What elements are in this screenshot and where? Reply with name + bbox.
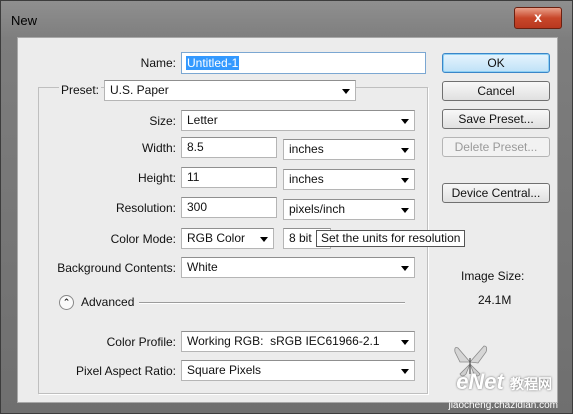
- width-label: Width:: [141, 141, 176, 155]
- pixel-aspect-ratio-select[interactable]: Square Pixels: [181, 360, 415, 381]
- resolution-label: Resolution:: [115, 201, 176, 215]
- watermark-cn: 教程网: [510, 376, 552, 392]
- color-mode-value: RGB Color: [187, 231, 246, 245]
- image-size-label: Image Size:: [461, 269, 525, 283]
- preset-label: Preset:: [58, 83, 101, 97]
- height-input[interactable]: 11: [181, 167, 277, 188]
- dialog-title: New: [11, 13, 38, 28]
- color-profile-select[interactable]: Working RGB: sRGB IEC61966-2.1: [181, 331, 415, 352]
- chevron-down-icon: [401, 208, 409, 213]
- height-label: Height:: [137, 171, 176, 185]
- color-profile-label: Color Profile:: [106, 335, 176, 349]
- width-input[interactable]: 8.5: [181, 137, 277, 158]
- color-profile-value: Working RGB: sRGB IEC61966-2.1: [187, 334, 380, 348]
- name-label: Name:: [140, 56, 176, 70]
- chevron-down-icon: [401, 148, 409, 153]
- advanced-label: Advanced: [81, 295, 135, 309]
- resolution-unit-select[interactable]: pixels/inch: [283, 199, 415, 220]
- size-value: Letter: [187, 113, 218, 127]
- delete-preset-button[interactable]: Delete Preset...: [442, 137, 550, 157]
- background-contents-value: White: [187, 260, 218, 274]
- height-unit-select[interactable]: inches: [283, 169, 415, 190]
- background-contents-select[interactable]: White: [181, 257, 415, 278]
- image-size-value: 24.1M: [478, 293, 512, 307]
- name-input[interactable]: Untitled-1: [181, 52, 426, 74]
- chevron-down-icon: [401, 178, 409, 183]
- pixel-aspect-ratio-value: Square Pixels: [187, 363, 262, 377]
- watermark: eNet 教程网: [456, 369, 552, 395]
- height-unit-value: inches: [289, 172, 324, 186]
- color-mode-select[interactable]: RGB Color: [181, 228, 274, 249]
- preset-select[interactable]: U.S. Paper: [104, 80, 356, 101]
- save-preset-button[interactable]: Save Preset...: [442, 109, 550, 129]
- title-bar[interactable]: New x: [1, 1, 572, 41]
- dialog-body: Name: Untitled-1 Preset: U.S. Paper Size…: [17, 37, 558, 403]
- ok-button[interactable]: OK: [442, 53, 550, 73]
- advanced-divider: [139, 302, 405, 304]
- width-unit-select[interactable]: inches: [283, 139, 415, 160]
- bit-depth-value: 8 bit: [289, 231, 312, 245]
- close-button[interactable]: x: [514, 7, 562, 29]
- new-document-dialog: New x Name: Untitled-1 Preset: U.S. Pape…: [0, 0, 573, 414]
- advanced-toggle-icon[interactable]: ⌃: [59, 295, 74, 310]
- chevron-down-icon: [342, 89, 350, 94]
- width-unit-value: inches: [289, 142, 324, 156]
- device-central-button[interactable]: Device Central...: [442, 183, 550, 203]
- cancel-button[interactable]: Cancel: [442, 81, 550, 101]
- pixel-aspect-ratio-label: Pixel Aspect Ratio:: [75, 364, 176, 378]
- chevron-down-icon: [401, 369, 409, 374]
- chevron-down-icon: [401, 266, 409, 271]
- name-value: Untitled-1: [186, 56, 240, 70]
- watermark-brand: eNet: [456, 369, 504, 394]
- resolution-input[interactable]: 300: [181, 197, 277, 218]
- resolution-unit-value: pixels/inch: [289, 202, 346, 216]
- resolution-units-tooltip: Set the units for resolution: [316, 230, 466, 247]
- background-contents-label: Background Contents:: [57, 261, 176, 275]
- chevron-down-icon: [401, 119, 409, 124]
- chevron-down-icon: [260, 237, 268, 242]
- color-mode-label: Color Mode:: [110, 232, 176, 246]
- size-label: Size:: [149, 114, 176, 128]
- size-select[interactable]: Letter: [181, 110, 415, 131]
- preset-value: U.S. Paper: [110, 83, 169, 97]
- watermark-url: jiaocheng.chazidian.com: [448, 400, 558, 411]
- chevron-down-icon: [401, 340, 409, 345]
